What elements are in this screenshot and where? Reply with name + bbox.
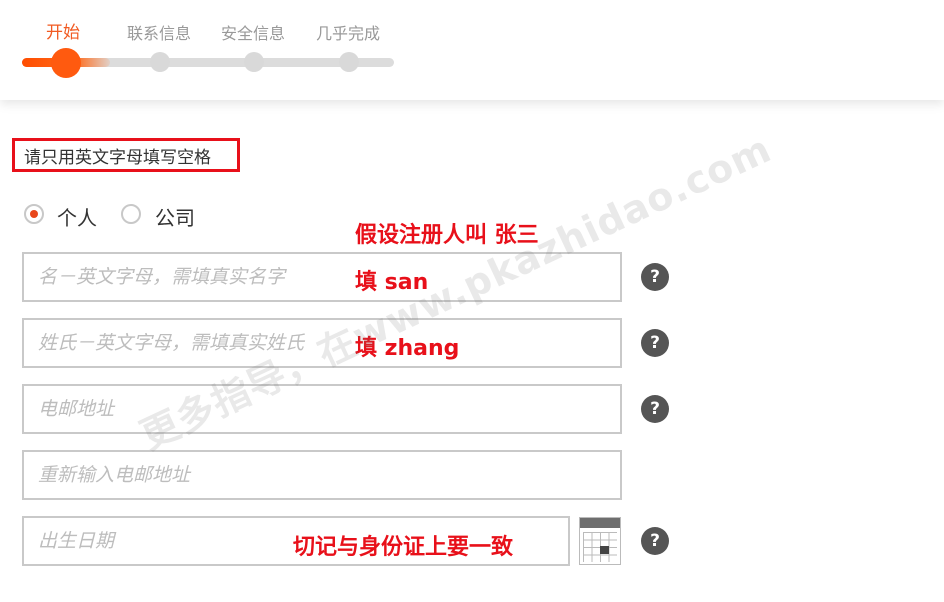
step-start: 开始 — [46, 23, 80, 43]
email-input[interactable] — [22, 384, 622, 434]
help-icon[interactable]: ? — [641, 263, 669, 291]
step-dot-start — [51, 48, 81, 78]
radio-unchecked-icon[interactable] — [121, 204, 141, 224]
step-contact-info: 联系信息 — [127, 24, 192, 43]
help-icon[interactable]: ? — [641, 395, 669, 423]
radio-label-company[interactable]: 公司 — [155, 202, 195, 231]
radio-label-personal[interactable]: 个人 — [57, 202, 97, 231]
annotation-birthdate: 切记与身份证上要一致 — [293, 535, 514, 560]
step-dot-security — [244, 52, 264, 72]
step-almost-done: 几乎完成 — [316, 24, 381, 43]
calendar-icon[interactable] — [579, 517, 621, 565]
step-dot-almost-done — [339, 52, 359, 72]
help-icon[interactable]: ? — [641, 329, 669, 357]
step-dot-contact — [150, 52, 170, 72]
radio-checked-icon[interactable] — [24, 204, 44, 224]
help-icon[interactable]: ? — [641, 527, 669, 555]
instruction-note: 请只用英文字母填写空格 — [12, 138, 240, 172]
progress-stepper: 开始 联系信息 安全信息 几乎完成 — [0, 0, 944, 100]
email-confirm-input[interactable] — [22, 450, 622, 500]
step-security-info: 安全信息 — [221, 24, 286, 43]
